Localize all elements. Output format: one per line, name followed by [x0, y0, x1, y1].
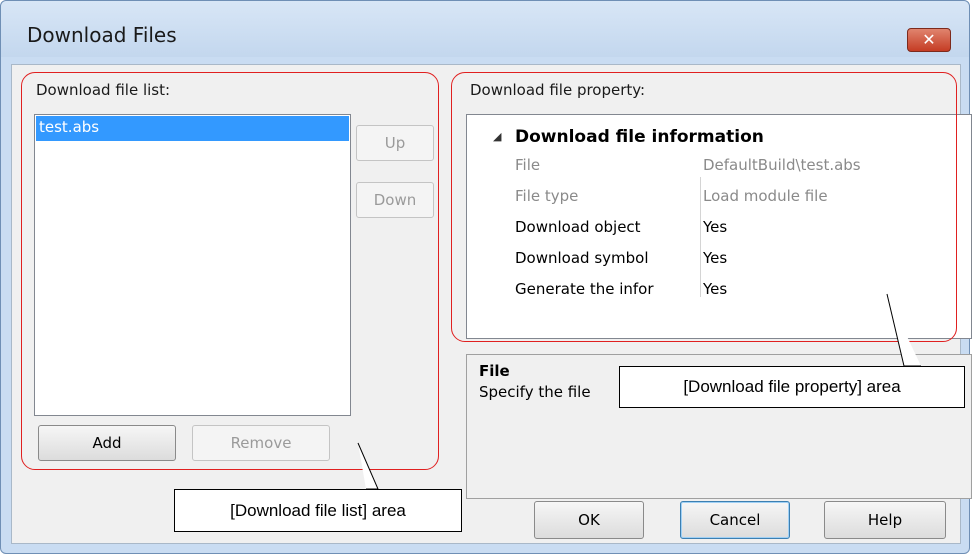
property-row-generate-info[interactable]: Generate the infor Yes [467, 274, 971, 305]
property-label: Download file property: [470, 81, 646, 99]
add-button[interactable]: Add [38, 425, 176, 461]
down-button[interactable]: Down [356, 182, 434, 218]
property-row-download-object[interactable]: Download object Yes [467, 212, 971, 243]
close-button[interactable]: ✕ [907, 28, 951, 52]
dialog-client-area: Download file list: test.abs Up Down Add… [11, 64, 972, 544]
property-value: DefaultBuild\test.abs [703, 156, 861, 174]
title-bar: Download Files ✕ [1, 1, 969, 57]
cancel-button[interactable]: Cancel [680, 501, 790, 539]
property-row-file-type[interactable]: File type Load module file [467, 181, 971, 212]
property-category[interactable]: ◢ Download file information [467, 122, 971, 152]
description-text: Specify the file [479, 383, 591, 401]
property-value[interactable]: Yes [703, 243, 727, 274]
property-name: Download symbol [515, 249, 649, 267]
remove-button[interactable]: Remove [192, 425, 330, 461]
property-value: Load module file [703, 187, 828, 205]
close-icon: ✕ [922, 30, 936, 49]
property-area-callout: [Download file property] area [619, 366, 965, 408]
ok-button[interactable]: OK [534, 501, 644, 539]
property-name: Generate the infor [515, 280, 654, 298]
file-list-label: Download file list: [36, 81, 171, 99]
property-value[interactable]: Yes [703, 274, 727, 305]
description-title: File [479, 362, 510, 380]
property-row-download-symbol[interactable]: Download symbol Yes [467, 243, 971, 274]
list-item[interactable]: test.abs [36, 116, 349, 141]
property-name: File type [515, 187, 579, 205]
up-button[interactable]: Up [356, 125, 434, 161]
dialog-title: Download Files [27, 23, 177, 47]
property-grid[interactable]: ◢ Download file information File Default… [466, 114, 972, 339]
property-row-file[interactable]: File DefaultBuild\test.abs [467, 150, 971, 181]
collapse-triangle-icon[interactable]: ◢ [493, 122, 501, 152]
category-label: Download file information [515, 127, 764, 147]
list-area-callout: [Download file list] area [174, 489, 462, 532]
property-name: File [515, 156, 541, 174]
file-listbox[interactable]: test.abs [34, 114, 351, 416]
help-button[interactable]: Help [824, 501, 946, 539]
property-value[interactable]: Yes [703, 212, 727, 243]
dialog-window: Download Files ✕ Download file list: tes… [0, 0, 972, 554]
property-name: Download object [515, 218, 641, 236]
